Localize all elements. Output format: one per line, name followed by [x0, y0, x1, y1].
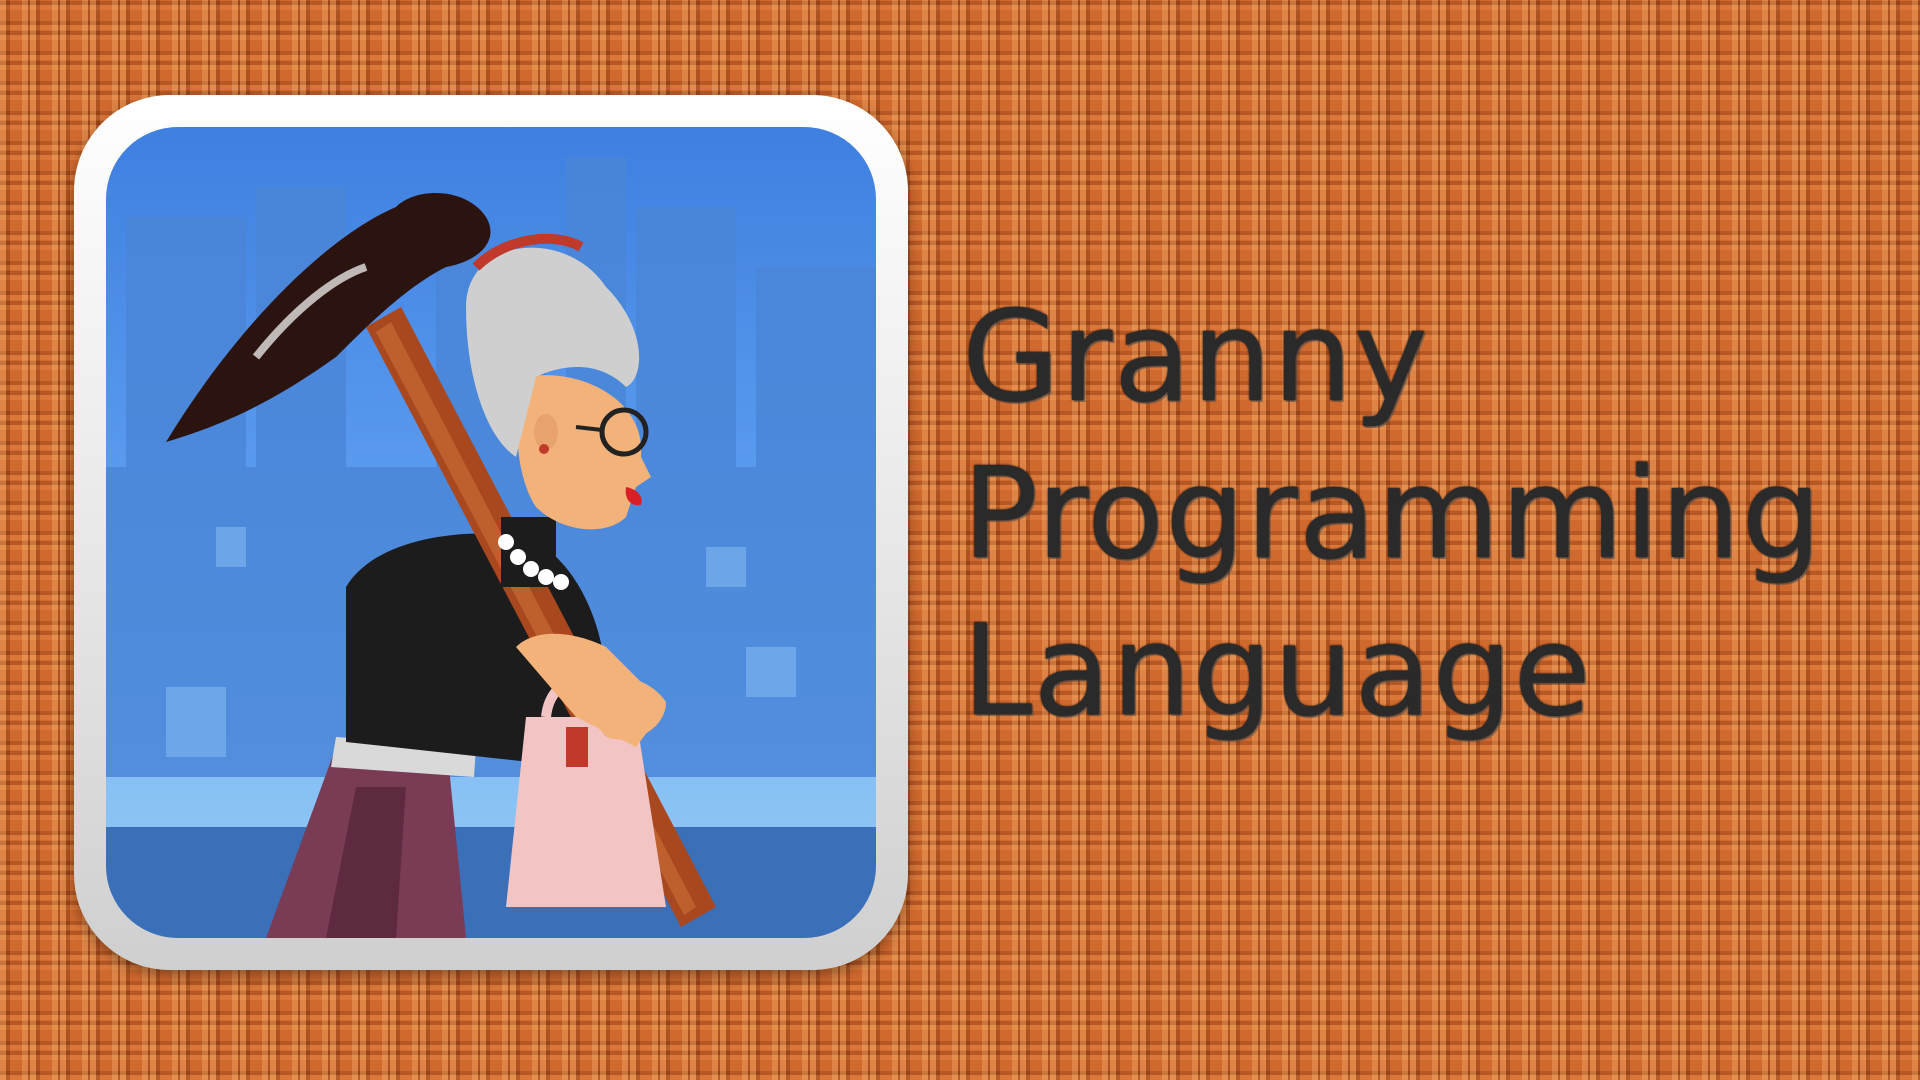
title-line-2: Programming: [962, 440, 1823, 587]
page-title: Granny Programming Language: [962, 278, 1822, 749]
app-icon-card: [74, 95, 908, 970]
granny-character-image: [106, 127, 876, 938]
granny-with-cane-illustration: [106, 157, 876, 938]
title-line-1: Granny: [962, 283, 1429, 430]
title-line-3: Language: [962, 597, 1592, 744]
